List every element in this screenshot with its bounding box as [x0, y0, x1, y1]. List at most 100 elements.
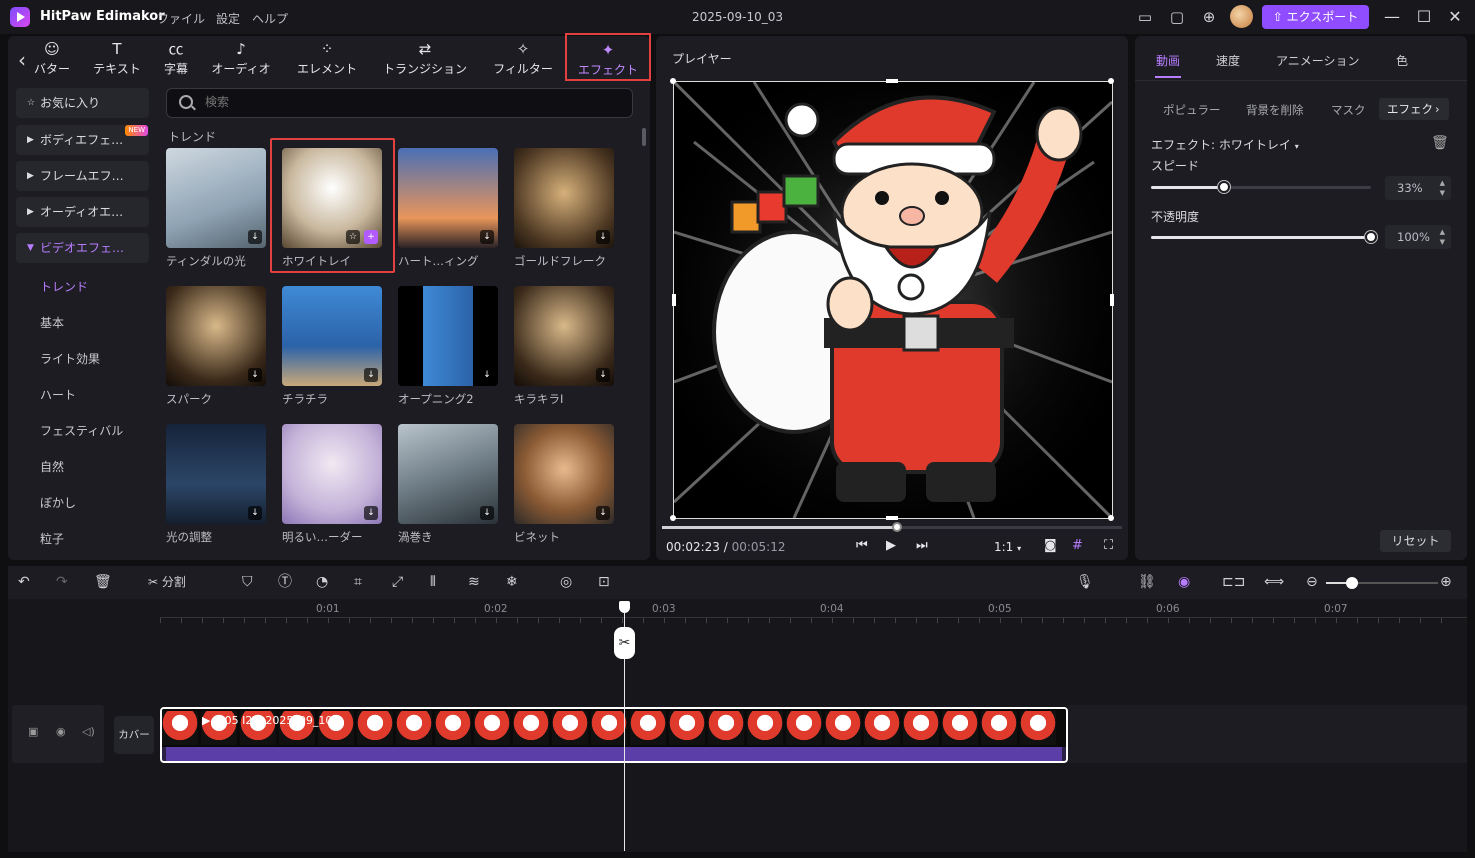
- download-icon[interactable]: ↓: [364, 368, 378, 382]
- effect-thumb[interactable]: ↓: [166, 424, 266, 524]
- export-frame-icon[interactable]: ⊡: [598, 573, 610, 591]
- subcategory-heart[interactable]: ハート: [40, 386, 76, 403]
- tab-color[interactable]: 色: [1396, 52, 1408, 69]
- cover-button[interactable]: カバー: [114, 716, 154, 754]
- visibility-icon[interactable]: ◉: [56, 725, 66, 738]
- grid-scrollbar[interactable]: [642, 128, 646, 146]
- maximize-icon[interactable]: ☐: [1414, 7, 1434, 27]
- resize-handle[interactable]: [1108, 515, 1114, 521]
- tool-avatar[interactable]: ☺ バター: [28, 38, 76, 82]
- zoom-slider[interactable]: [1326, 577, 1438, 589]
- effect-thumb[interactable]: ↓: [282, 286, 382, 386]
- effect-thumb[interactable]: ↓: [166, 148, 266, 248]
- user-avatar[interactable]: [1230, 5, 1253, 28]
- speed-value[interactable]: 33% ▲ ▼: [1385, 176, 1451, 200]
- effect-name-dropdown[interactable]: エフェクト: ホワイトレイ ▾: [1151, 136, 1299, 153]
- category-favorites[interactable]: ☆ お気に入り: [16, 88, 149, 118]
- slider-knob[interactable]: [1217, 181, 1230, 193]
- effect-thumb[interactable]: ↓: [398, 424, 498, 524]
- download-icon[interactable]: ↓: [596, 230, 610, 244]
- download-icon[interactable]: ↓: [248, 368, 262, 382]
- playhead-split-icon[interactable]: ✂: [614, 627, 635, 659]
- search-input[interactable]: [205, 95, 605, 109]
- mute-icon[interactable]: ◁): [82, 725, 95, 738]
- freeze-icon[interactable]: ❄: [506, 573, 518, 591]
- redo-icon[interactable]: ↷: [56, 573, 68, 591]
- tab-video[interactable]: 動画: [1156, 52, 1180, 69]
- tool-transition[interactable]: ⇄ トランジション: [378, 38, 472, 82]
- effect-bar[interactable]: [166, 747, 1062, 761]
- progress-knob[interactable]: [891, 522, 902, 532]
- effect-thumb[interactable]: ↓: [398, 286, 498, 386]
- download-icon[interactable]: ↓: [596, 368, 610, 382]
- snapshot-icon[interactable]: ◙: [1044, 538, 1057, 553]
- split-track-icon[interactable]: ⊏⊐: [1222, 573, 1245, 591]
- reset-button[interactable]: リセット: [1380, 530, 1451, 552]
- tab-animation[interactable]: アニメーション: [1276, 52, 1360, 69]
- download-icon[interactable]: ↓: [480, 368, 494, 382]
- mirror-icon[interactable]: ⫴: [430, 573, 436, 591]
- tool-filter[interactable]: ✧ フィルター: [488, 38, 558, 82]
- undo-icon[interactable]: ↶: [18, 573, 30, 591]
- text-icon[interactable]: Ⓣ: [278, 573, 292, 591]
- download-icon[interactable]: ↓: [480, 230, 494, 244]
- adjust-icon[interactable]: ≋: [468, 573, 480, 591]
- category-audio[interactable]: ▶ オーディオエ…: [16, 197, 149, 227]
- category-body[interactable]: ▶ ボディエフェ… NEW: [16, 125, 149, 155]
- ai-icon[interactable]: ◎: [560, 573, 572, 591]
- opacity-slider[interactable]: [1151, 231, 1377, 243]
- tool-effect[interactable]: ✦ エフェクト: [565, 33, 651, 81]
- resize-handle[interactable]: [1108, 78, 1114, 84]
- time-ruler[interactable]: 0:01 0:02 0:03 0:04 0:05 0:06 0:07: [160, 603, 1467, 627]
- feedback-icon[interactable]: ▢: [1168, 8, 1186, 26]
- scroll-left-icon[interactable]: ‹: [18, 48, 26, 72]
- category-video[interactable]: ▼ ビデオエフェ…: [16, 233, 149, 263]
- subcategory-blur[interactable]: ぼかし: [40, 494, 76, 511]
- next-frame-icon[interactable]: ⏭: [916, 538, 928, 553]
- magnet-icon[interactable]: ◉: [1178, 573, 1190, 591]
- subcategory-nature[interactable]: 自然: [40, 458, 64, 475]
- marker-icon[interactable]: ⛉: [242, 573, 253, 591]
- resize-handle[interactable]: [672, 294, 676, 306]
- grid-icon[interactable]: #: [1072, 538, 1083, 553]
- resize-handle[interactable]: [886, 79, 898, 83]
- transform-frame[interactable]: [673, 81, 1113, 519]
- effect-thumb[interactable]: ↓: [514, 286, 614, 386]
- microphone-icon[interactable]: 🎙: [1076, 573, 1094, 591]
- close-icon[interactable]: ✕: [1445, 7, 1465, 27]
- subcategory-trend[interactable]: トレンド: [40, 278, 88, 295]
- subcategory-festival[interactable]: フェスティバル: [40, 422, 123, 439]
- tool-text[interactable]: T テキスト: [88, 38, 146, 82]
- subcategory-light[interactable]: ライト効果: [40, 350, 100, 367]
- effect-thumb[interactable]: ↓: [166, 286, 266, 386]
- download-icon[interactable]: ↓: [364, 506, 378, 520]
- effect-thumb[interactable]: ↓: [398, 148, 498, 248]
- layout-icon[interactable]: ▭: [1136, 8, 1154, 26]
- speed-slider[interactable]: [1151, 181, 1371, 193]
- resize-handle[interactable]: [1110, 294, 1114, 306]
- play-icon[interactable]: ▶: [886, 538, 896, 553]
- tool-audio[interactable]: ♪ オーディオ: [206, 38, 276, 82]
- chevron-right-icon[interactable]: ›: [1435, 102, 1440, 116]
- download-icon[interactable]: ↓: [248, 506, 262, 520]
- zoom-out-icon[interactable]: ⊖: [1306, 573, 1318, 591]
- resize-handle[interactable]: [670, 78, 676, 84]
- subcategory-particle[interactable]: 粒子: [40, 530, 64, 547]
- resize-handle[interactable]: [886, 516, 898, 520]
- zoom-in-icon[interactable]: ⊕: [1440, 573, 1452, 591]
- tab-speed[interactable]: 速度: [1216, 52, 1240, 69]
- subtab-mask[interactable]: マスク: [1331, 102, 1366, 118]
- delete-icon[interactable]: 🗑: [94, 573, 112, 591]
- category-frame[interactable]: ▶ フレームエフ…: [16, 161, 149, 191]
- opacity-value[interactable]: 100% ▲ ▼: [1385, 225, 1451, 249]
- aspect-ratio-select[interactable]: 1:1 ▾: [994, 540, 1021, 554]
- download-icon[interactable]: ↓: [248, 230, 262, 244]
- zoom-knob[interactable]: [1346, 577, 1358, 589]
- video-clip[interactable]: ▶ 0:05 I2V_2025_09_10: [160, 707, 1068, 763]
- effect-thumb[interactable]: ↓: [514, 424, 614, 524]
- subtab-remove-bg[interactable]: 背景を削除: [1246, 102, 1304, 118]
- split-button[interactable]: ✂ 分割: [148, 573, 186, 591]
- lock-icon[interactable]: ▣: [28, 725, 38, 738]
- subtab-popular[interactable]: ポピュラー: [1163, 102, 1221, 118]
- export-button[interactable]: ⇧ エクスポート: [1262, 5, 1369, 29]
